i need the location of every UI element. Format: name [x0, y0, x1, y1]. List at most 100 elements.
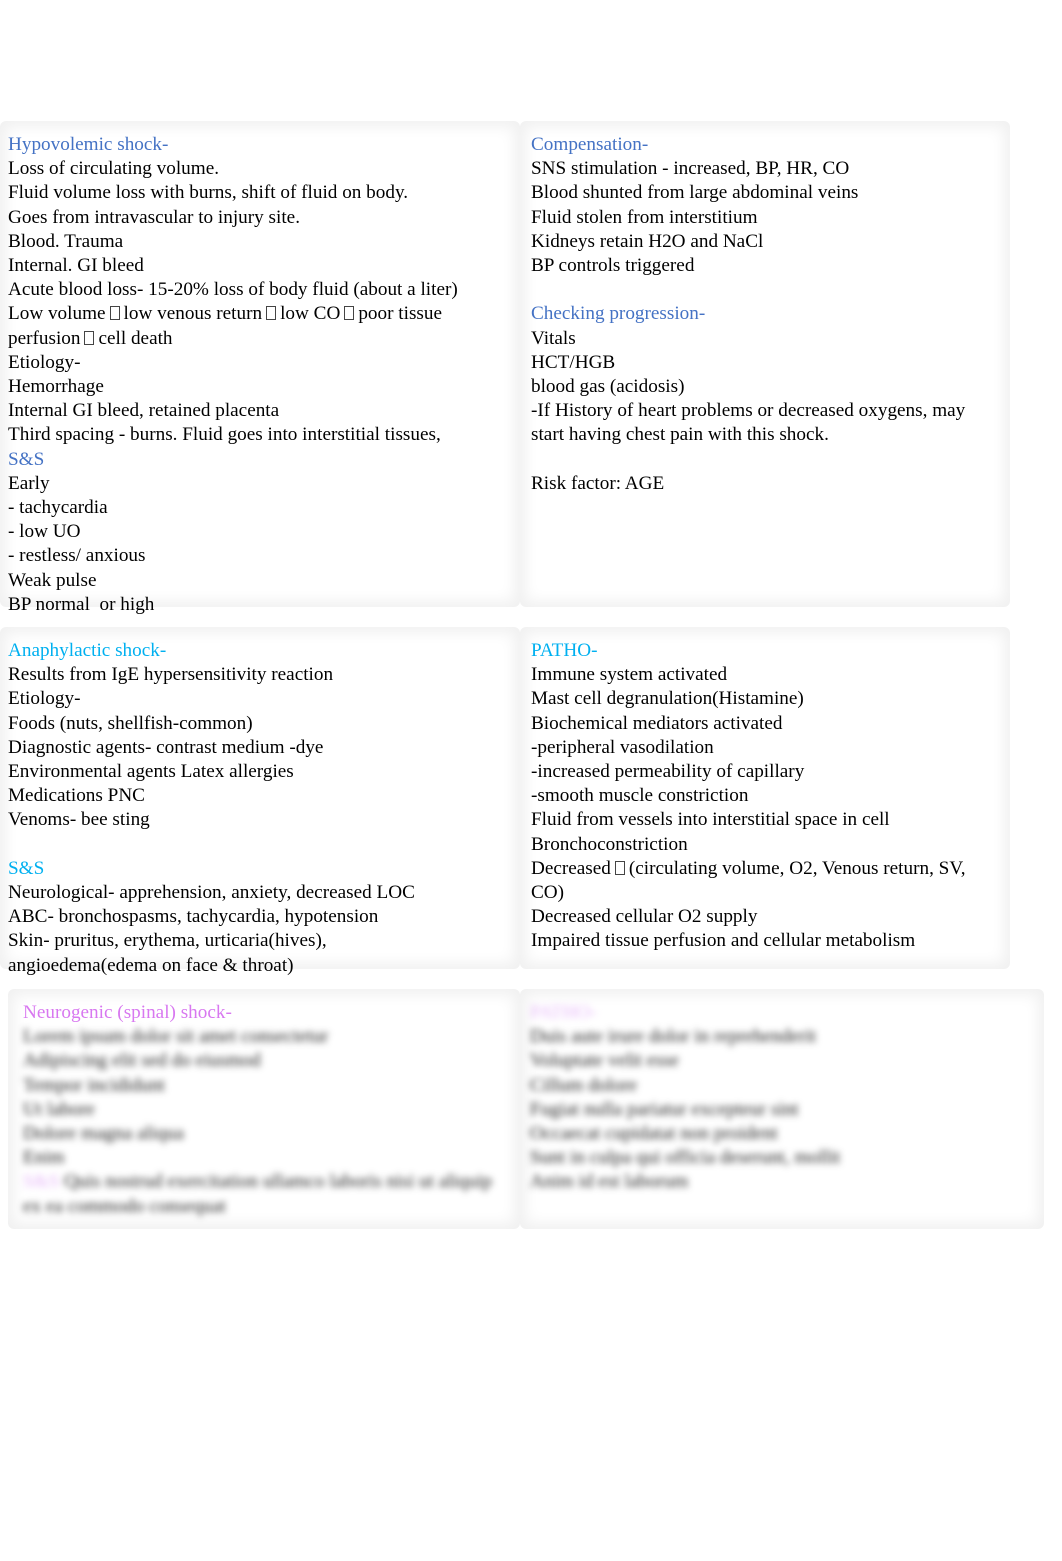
note-line: Fluid stolen from interstitium	[531, 206, 758, 228]
note-line: -increased permeability of capillary	[531, 761, 805, 783]
note-line: Hemorrhage	[8, 376, 104, 398]
notes-table-section-neurogenic: Neurogenic (spinal) shock- Lorem ipsum d…	[8, 993, 1044, 1227]
note-line: Internal GI bleed, retained placenta	[8, 400, 280, 422]
blurred-line: Cillum dolore	[530, 1074, 638, 1096]
note-line: Etiology-	[8, 688, 81, 710]
note-line: Acute blood loss- 15-20% loss of body fl…	[8, 279, 458, 301]
note-line: Foods (nuts, shellfish-common)	[8, 712, 253, 734]
blurred-line: Lorem ipsum dolor sit amet consectetur	[23, 1026, 329, 1048]
note-line: ABC- bronchospasms, tachycardia, hypoten…	[8, 906, 379, 928]
note-line: Fluid from vessels into interstitial spa…	[531, 809, 890, 831]
note-line: Bronchoconstriction	[531, 833, 688, 855]
flow-step: cell death	[98, 327, 173, 349]
note-line: BP controls triggered	[531, 255, 695, 277]
decreased-label: Decreased	[531, 857, 611, 879]
section-heading: Anaphylactic shock-	[8, 640, 167, 661]
blurred-line: S&S Quis nostrud exercitation ullamco la…	[23, 1170, 512, 1194]
flow-step: Low volume	[8, 303, 106, 325]
section-heading: PATHO-	[530, 1002, 597, 1023]
note-line: Mast cell degranulation(Histamine)	[531, 688, 804, 710]
blurred-line: Occaecat cupidatat non proident	[530, 1123, 778, 1145]
note-line: - tachycardia	[8, 497, 108, 519]
note-line: Kidneys retain H2O and NaCl	[531, 230, 764, 252]
blurred-text: Quis nostrud exercitation ullamco labori…	[64, 1171, 492, 1193]
subheading: S&S	[8, 857, 45, 879]
section-heading: Compensation-	[531, 134, 649, 155]
blurred-content: PATHO- Duis aute irure dolor in reprehen…	[530, 1001, 1036, 1195]
note-line: Fluid volume loss with burns, shift of f…	[8, 182, 409, 204]
blurred-line: Sunt in culpa qui officia deserunt, moll…	[530, 1147, 841, 1169]
section-heading: Hypovolemic shock-	[8, 134, 169, 155]
note-line: - low UO	[8, 521, 81, 543]
decreased-line: Decreased (circulating volume, O2, Venous…	[531, 857, 1002, 905]
risk-factor: Risk factor: AGE	[531, 472, 665, 494]
blurred-line: Adipiscing elit sed do eiusmod	[23, 1050, 261, 1072]
note-line: Results from IgE hypersensitivity reacti…	[8, 664, 334, 686]
blurred-line: Enim	[23, 1147, 65, 1169]
note-line: Skin- pruritus, erythema, urticaria(hive…	[8, 930, 332, 976]
blurred-content: Lorem ipsum dolor sit amet consectetur A…	[23, 1025, 512, 1219]
blurred-line: Tempor incididunt	[23, 1074, 166, 1096]
table-row: Neurogenic (spinal) shock- Lorem ipsum d…	[8, 993, 1044, 1227]
table-row: Hypovolemic shock- Loss of circulating v…	[0, 125, 1010, 625]
neurogenic-cell: Neurogenic (spinal) shock- Lorem ipsum d…	[8, 993, 520, 1227]
blurred-line: Ut labore	[23, 1098, 95, 1120]
missing-arrow-glyph-icon	[614, 860, 625, 875]
blurred-line: Anim id est laborum	[530, 1171, 689, 1193]
note-line: BP normal or high	[8, 593, 155, 615]
note-line: Venoms- bee sting	[8, 809, 150, 831]
blurred-line: Voluptate velit esse	[530, 1050, 679, 1072]
note-line: Goes from intravascular to injury site.	[8, 206, 301, 228]
note-line: Environmental agents Latex allergies	[8, 761, 294, 783]
note-line: Blood shunted from large abdominal veins	[531, 182, 859, 204]
missing-arrow-glyph-icon	[84, 330, 95, 345]
note-line: Impaired tissue perfusion and cellular m…	[531, 930, 916, 952]
blurred-line: Fugiat nulla pariatur excepteur sint	[530, 1098, 799, 1120]
note-line: Medications PNC	[8, 785, 145, 807]
notes-table-section-anaphylactic: Anaphylactic shock- Results from IgE hyp…	[0, 631, 1010, 986]
note-line: Decreased cellular O2 supply	[531, 906, 758, 928]
note-line: -peripheral vasodilation	[531, 736, 714, 758]
note-line: Diagnostic agents- contrast medium -dye	[8, 736, 324, 758]
note-line: Weak pulse	[8, 569, 97, 591]
flow-step: low CO	[280, 303, 341, 325]
section-heading: PATHO-	[531, 640, 598, 661]
note-line: Third spacing - burns. Fluid goes into i…	[8, 424, 441, 446]
note-line: blood gas (acidosis)	[531, 376, 685, 398]
blurred-line: Duis aute irure dolor in reprehenderit	[530, 1026, 817, 1048]
note-line: Vitals	[531, 327, 576, 349]
section-heading: Neurogenic (spinal) shock-	[23, 1002, 232, 1023]
note-line: Blood. Trauma	[8, 230, 124, 252]
flow-line: Low volume low venous return low CO poor ti…	[8, 302, 512, 350]
note-line: Biochemical mediators activated	[531, 712, 783, 734]
patho-cell: PATHO- Immune system activated Mast cell…	[520, 631, 1010, 986]
note-line: Loss of circulating volume.	[8, 158, 220, 180]
subheading: S&S	[8, 448, 45, 470]
note-line: -smooth muscle constriction	[531, 785, 749, 807]
missing-arrow-glyph-icon	[344, 306, 355, 321]
hypovolemic-cell: Hypovolemic shock- Loss of circulating v…	[0, 125, 520, 625]
blurred-line: ex ea commodo consequat	[23, 1195, 226, 1217]
table-row: Anaphylactic shock- Results from IgE hyp…	[0, 631, 1010, 986]
anaphylactic-cell: Anaphylactic shock- Results from IgE hyp…	[0, 631, 520, 986]
note-line: Early	[8, 472, 50, 494]
flow-step: low venous return	[123, 303, 263, 325]
neurogenic-patho-cell: PATHO- Duis aute irure dolor in reprehen…	[520, 993, 1044, 1227]
note-line: Immune system activated	[531, 664, 728, 686]
note-line: Etiology-	[8, 351, 81, 373]
missing-arrow-glyph-icon	[109, 306, 120, 321]
note-line: HCT/HGB	[531, 351, 616, 373]
note-line: -If History of heart problems or decreas…	[531, 400, 971, 446]
note-line: SNS stimulation - increased, BP, HR, CO	[531, 158, 850, 180]
note-line: Neurological- apprehension, anxiety, dec…	[8, 882, 415, 904]
compensation-cell: Compensation- SNS stimulation - increase…	[520, 125, 1010, 625]
note-line: - restless/ anxious	[8, 545, 146, 567]
notes-table-section-hypovolemic: Hypovolemic shock- Loss of circulating v…	[0, 125, 1010, 625]
missing-arrow-glyph-icon	[266, 306, 277, 321]
note-line: Internal. GI bleed	[8, 255, 144, 277]
subheading: Checking progression-	[531, 303, 706, 325]
blurred-tag: S&S	[23, 1171, 60, 1193]
